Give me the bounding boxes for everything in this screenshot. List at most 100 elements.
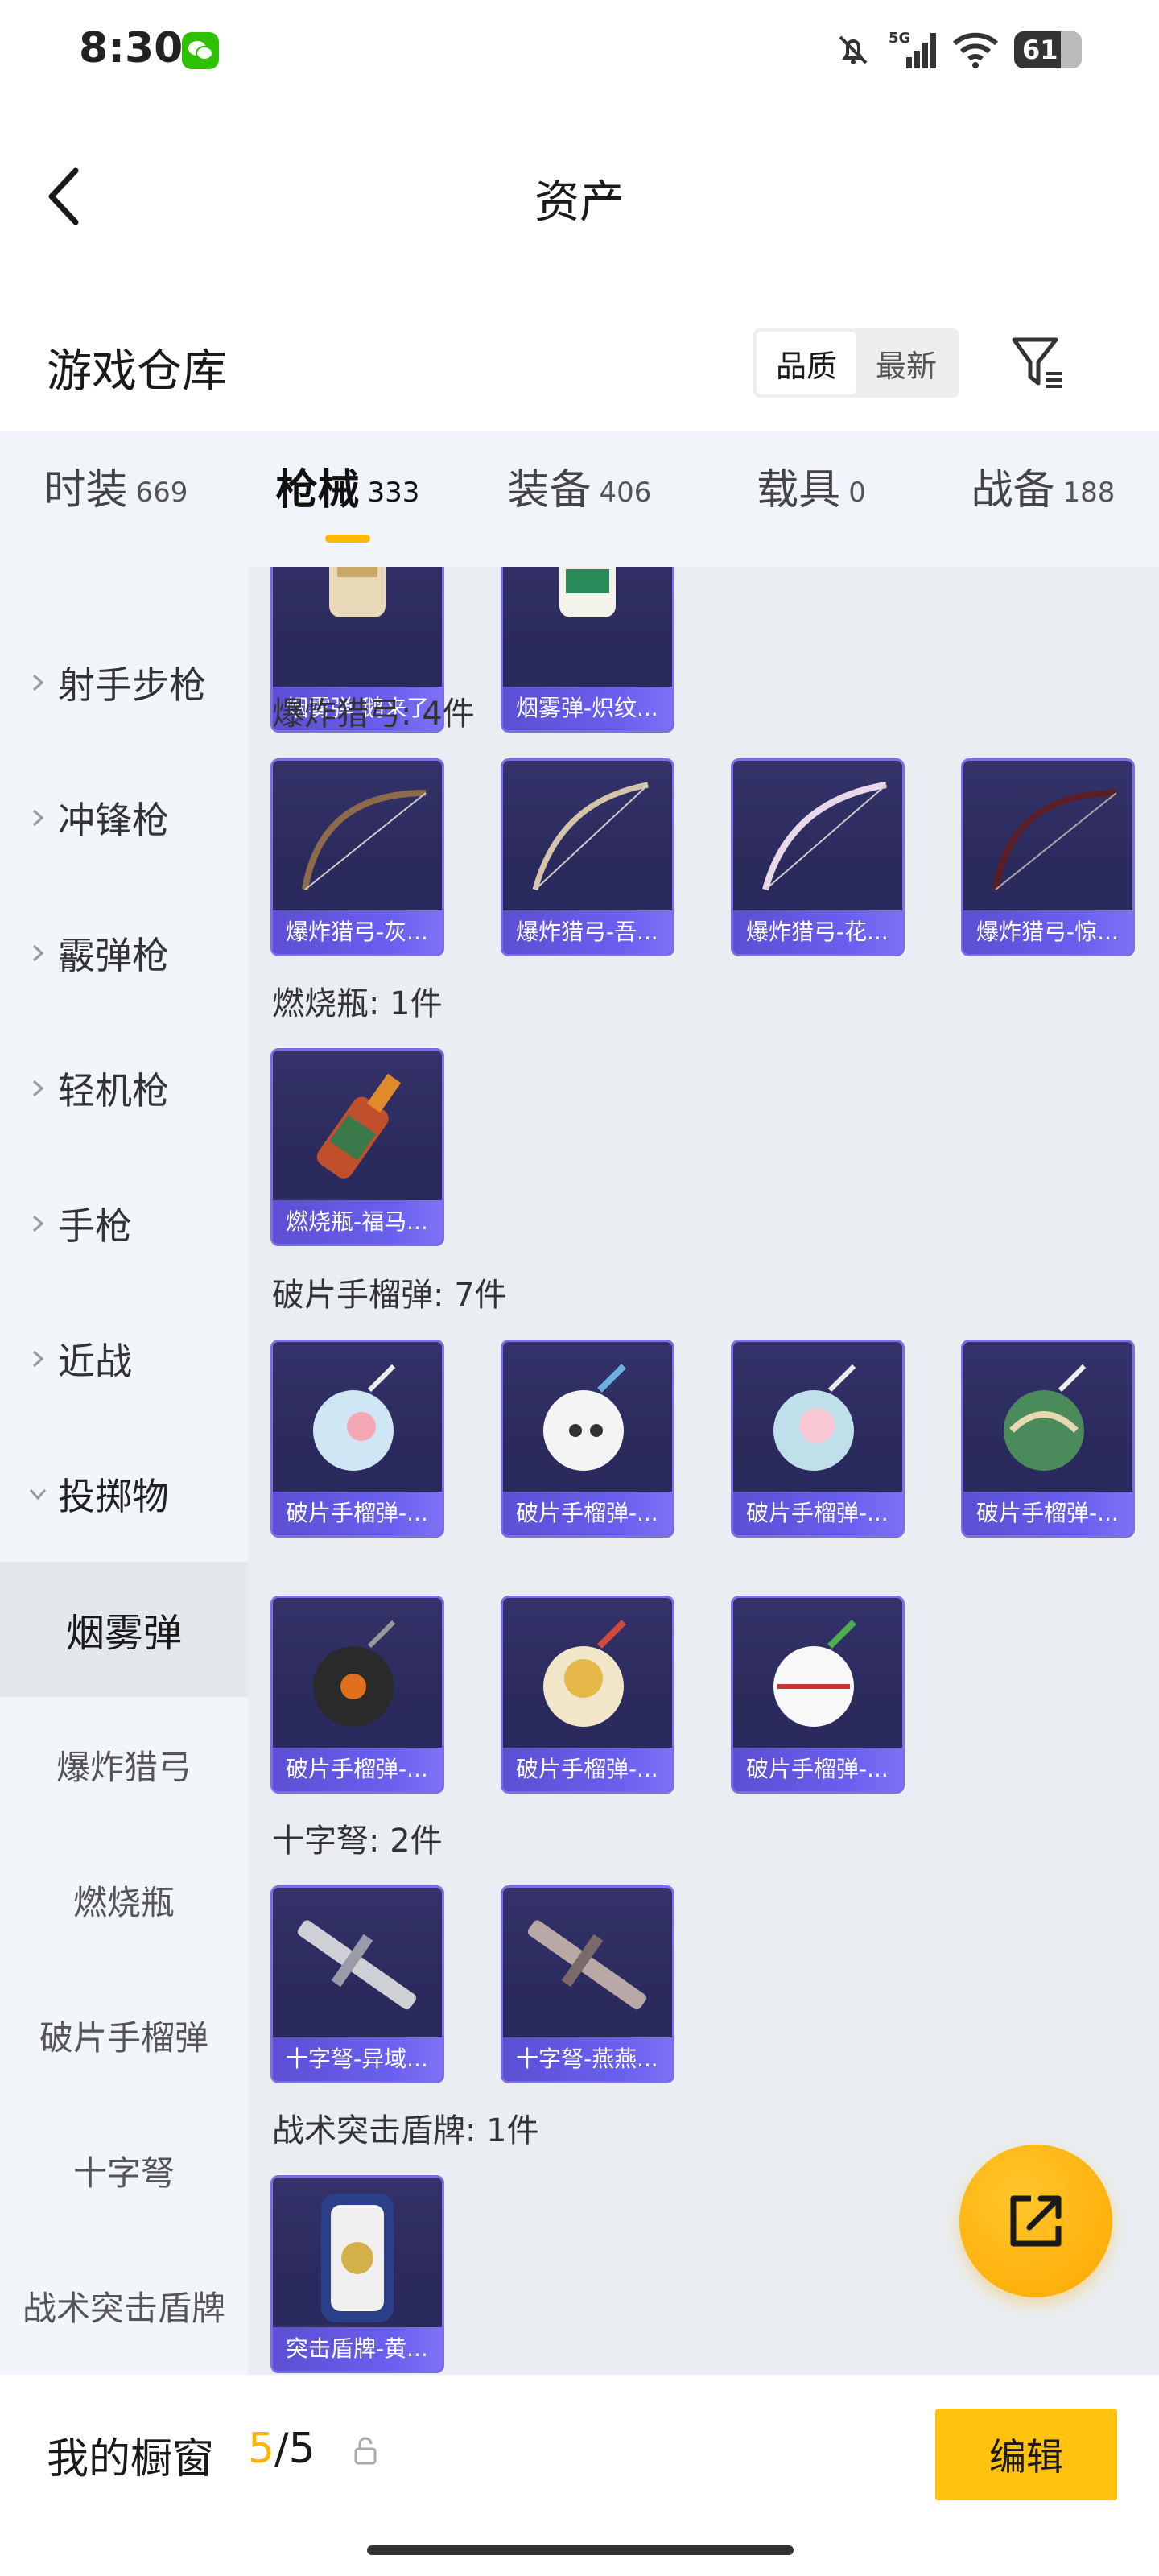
sidebar-item-label: 近战: [58, 1340, 132, 1383]
item-card-shield[interactable]: 突击盾牌-黄...: [270, 2175, 444, 2373]
wifi-icon: [952, 32, 999, 68]
grenade-icon: [1004, 1364, 1087, 1471]
showcase-label: 我的橱窗: [47, 2435, 215, 2483]
battery-icon: 61: [1014, 31, 1082, 68]
category-tabs: 时装 669 枪械 333 装备 406 载具 0 战备 188: [0, 431, 1159, 567]
shield-icon: [321, 2194, 394, 2322]
tab-count: 669: [135, 477, 188, 509]
sidebar-subitem-crossbow[interactable]: 十字弩: [0, 2103, 248, 2238]
grenade-icon: [543, 1364, 626, 1471]
sidebar-item-marksman-rifle[interactable]: 射手步枪: [0, 615, 248, 750]
section-title-crossbow: 十字弩: 2件: [272, 1823, 443, 1860]
chevron-right-icon: [32, 1080, 44, 1097]
status-icons: 5G 61: [834, 27, 1082, 72]
item-card-bow[interactable]: 爆炸猎弓-花...: [731, 758, 905, 956]
item-card-caption: 爆炸猎弓-吾...: [503, 910, 672, 954]
sidebar-subitem-shield[interactable]: 战术突击盾牌: [0, 2238, 248, 2373]
tab-label: 时装: [43, 465, 128, 514]
item-card-crossbow[interactable]: 十字弩-燕燕...: [501, 1885, 674, 2083]
bow-icon: [762, 782, 887, 891]
lock-icon: [354, 2437, 377, 2465]
sidebar-item-melee[interactable]: 近战: [0, 1291, 248, 1426]
item-card-bow[interactable]: 爆炸猎弓-惊...: [961, 758, 1135, 956]
sidebar-item-smg[interactable]: 冲锋枪: [0, 750, 248, 886]
item-card-bow[interactable]: 爆炸猎弓-灰...: [270, 758, 444, 956]
item-card-caption: 十字弩-燕燕...: [503, 2037, 672, 2081]
item-card-bow[interactable]: 爆炸猎弓-吾...: [501, 758, 674, 956]
sidebar-item-label: 手枪: [58, 1204, 132, 1248]
sidebar-subitem-bow[interactable]: 爆炸猎弓: [0, 1697, 248, 1832]
bow-icon: [992, 790, 1117, 890]
item-card-caption: 破片手榴弹-...: [733, 1748, 902, 1791]
sidebar-subitem-molotov[interactable]: 燃烧瓶: [0, 1832, 248, 1967]
item-card-caption: 爆炸猎弓-惊...: [963, 910, 1132, 954]
grenade-icon: [313, 1620, 396, 1727]
item-card-frag[interactable]: 破片手榴弹-...: [501, 1340, 674, 1538]
home-indicator[interactable]: [367, 2545, 794, 2555]
item-card-caption: 破片手榴弹-...: [503, 1492, 672, 1535]
sort-by-quality-button[interactable]: 品质: [757, 332, 856, 394]
item-card-frag[interactable]: 破片手榴弹-...: [270, 1596, 444, 1794]
sidebar-item-throwables[interactable]: 投掷物: [0, 1426, 248, 1562]
chevron-right-icon: [32, 1350, 44, 1368]
tab-fashion[interactable]: 时装 669: [0, 431, 232, 567]
filter-icon[interactable]: [1009, 333, 1067, 391]
tab-count: 188: [1062, 477, 1116, 509]
tab-label: 枪械: [275, 465, 360, 514]
edit-button[interactable]: 编辑: [935, 2409, 1117, 2500]
smoke-grenade-icon: [559, 567, 616, 617]
signal-icon: 5G: [889, 30, 936, 68]
section-title-bow: 爆炸猎弓: 4件: [272, 696, 475, 733]
sort-by-newest-button[interactable]: 最新: [856, 332, 956, 394]
sidebar-item-label: 投掷物: [58, 1475, 169, 1518]
wechat-icon: [182, 32, 219, 69]
item-card-frag[interactable]: 破片手榴弹-...: [961, 1340, 1135, 1538]
item-card-caption: 烟雾弹-炽纹...: [503, 687, 672, 730]
item-card-frag[interactable]: 破片手榴弹-...: [270, 1340, 444, 1538]
share-external-icon: [1010, 2195, 1062, 2247]
item-card-frag[interactable]: 破片手榴弹-...: [501, 1596, 674, 1794]
molotov-icon: [316, 1073, 402, 1179]
tab-count: 406: [599, 477, 652, 509]
sidebar-item-shotgun[interactable]: 霰弹枪: [0, 886, 248, 1021]
sidebar-item-lmg[interactable]: 轻机枪: [0, 1021, 248, 1156]
bow-icon: [532, 782, 649, 890]
item-card-caption: 破片手榴弹-...: [733, 1492, 902, 1535]
chevron-down-icon: [29, 1488, 47, 1501]
tab-supplies[interactable]: 战备 188: [927, 431, 1159, 567]
sidebar-item-pistol[interactable]: 手枪: [0, 1156, 248, 1291]
grenade-icon: [773, 1620, 856, 1727]
share-fab[interactable]: [959, 2145, 1112, 2297]
sidebar-item-label: 轻机枪: [58, 1069, 169, 1113]
tab-label: 战备: [971, 465, 1055, 514]
battery-level: 61: [1022, 35, 1058, 65]
crossbow-icon: [297, 1920, 417, 2010]
showcase-bar: 我的橱窗 5/5 编辑: [0, 2375, 1159, 2576]
tab-vehicles[interactable]: 载具 0: [695, 431, 927, 567]
mute-bell-icon: [839, 35, 868, 64]
item-card-caption: 破片手榴弹-...: [963, 1492, 1132, 1535]
warehouse-header: 游戏仓库 品质 最新: [0, 314, 1159, 435]
tab-count: 0: [848, 477, 866, 509]
item-card-crossbow[interactable]: 十字弩-异域...: [270, 1885, 444, 2083]
section-title-frag: 破片手榴弹: 7件: [272, 1277, 507, 1314]
showcase-used: 5: [248, 2425, 275, 2473]
tab-label: 装备: [507, 465, 592, 514]
item-card-molotov[interactable]: 燃烧瓶-福马...: [270, 1048, 444, 1246]
item-card-frag[interactable]: 破片手榴弹-...: [731, 1596, 905, 1794]
sidebar-item-label: 冲锋枪: [58, 799, 169, 842]
sidebar-subitem-frag[interactable]: 破片手榴弹: [0, 1967, 248, 2103]
nav-header: 资产: [0, 100, 1159, 277]
bow-icon: [302, 790, 427, 890]
weapon-category-sidebar: 射手步枪 冲锋枪 霰弹枪 轻机枪 手枪 近战 投掷物 烟雾弹 爆炸猎弓 燃烧瓶 …: [0, 567, 248, 2375]
tab-firearms[interactable]: 枪械 333: [232, 431, 464, 567]
chevron-right-icon: [32, 1215, 44, 1232]
tab-equipment[interactable]: 装备 406: [464, 431, 695, 567]
item-card-smoke[interactable]: 烟雾弹-炽纹...: [501, 567, 674, 733]
status-bar: 8:30 5G 61: [0, 0, 1159, 100]
item-card-caption: 爆炸猎弓-花...: [733, 910, 902, 954]
sidebar-subitem-smoke[interactable]: 烟雾弹: [0, 1562, 248, 1697]
item-card-frag[interactable]: 破片手榴弹-...: [731, 1340, 905, 1538]
section-title-shield: 战术突击盾牌: 1件: [272, 2112, 539, 2149]
tab-count: 333: [367, 477, 420, 509]
